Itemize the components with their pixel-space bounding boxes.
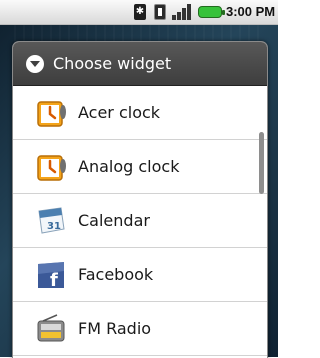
list-item-analog-clock[interactable]: Analog clock xyxy=(13,140,267,194)
calendar-icon: 31 xyxy=(38,207,65,234)
list-item-label: Calendar xyxy=(78,211,150,230)
choose-widget-dialog: Choose widget Acer clock Analog clock 31… xyxy=(12,41,268,358)
status-bar: 3:00 PM xyxy=(0,0,278,25)
status-time: 3:00 PM xyxy=(226,4,276,19)
list-item-calendar[interactable]: 31 Calendar xyxy=(13,194,267,248)
svg-text:f: f xyxy=(50,270,58,291)
vibrate-icon xyxy=(154,4,166,20)
signal-icon xyxy=(172,4,194,20)
list-item-facebook[interactable]: f Facebook xyxy=(13,248,267,302)
facebook-icon: f xyxy=(38,262,64,291)
bluetooth-icon xyxy=(134,4,146,20)
dialog-title: Choose widget xyxy=(53,54,172,73)
svg-text:31: 31 xyxy=(47,221,61,232)
battery-icon xyxy=(198,6,225,18)
list-item-label: Facebook xyxy=(78,265,154,284)
widget-list[interactable]: Acer clock Analog clock 31 Calendar f Fa… xyxy=(13,86,267,358)
radio-icon xyxy=(37,314,65,342)
clock-icon xyxy=(37,101,66,127)
dialog-header: Choose widget xyxy=(13,42,267,86)
list-item-label: Acer clock xyxy=(78,103,161,122)
list-item-label: Analog clock xyxy=(78,157,180,176)
list-item-fm-radio[interactable]: FM Radio xyxy=(13,302,267,356)
clock-icon xyxy=(37,155,66,181)
chevron-down-icon xyxy=(26,55,44,73)
list-item-acer-clock[interactable]: Acer clock xyxy=(13,86,267,140)
list-item-label: FM Radio xyxy=(78,319,152,338)
scrollbar[interactable] xyxy=(259,132,264,194)
